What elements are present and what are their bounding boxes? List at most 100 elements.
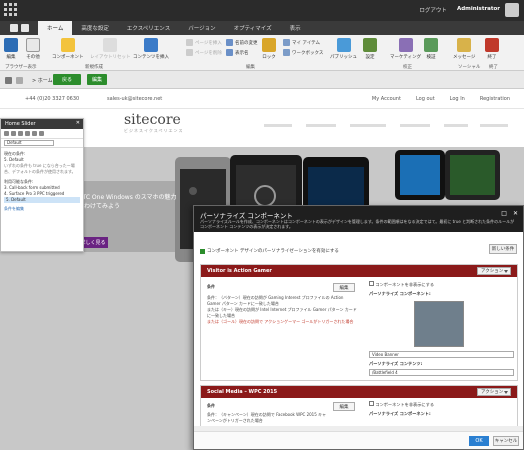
condition-heading: 条件 [207, 403, 215, 408]
personalize-component-label: パーソナライズ コンポーネント: [369, 411, 431, 416]
tool-icon[interactable] [32, 131, 37, 136]
nav-edit-button[interactable]: 編集 [87, 74, 107, 85]
settings-button[interactable]: 設定 [363, 38, 377, 60]
login-link[interactable]: Log In [450, 96, 465, 102]
settings-label: 設定 [365, 55, 375, 60]
other-button[interactable]: その他 [26, 38, 40, 60]
menu-item[interactable] [480, 124, 508, 127]
tool-icon[interactable] [11, 131, 16, 136]
tab-view[interactable]: 表示 [281, 21, 310, 35]
registration-link[interactable]: Registration [480, 96, 510, 102]
app-launcher-icon[interactable] [4, 3, 18, 17]
edit-condition-button[interactable]: 編集 [333, 283, 355, 292]
reset-layout-button[interactable]: レイアウトリセット [90, 38, 131, 60]
rule-card: Visitor is Action Gamer アクション 条件 編集 条件：（… [200, 264, 518, 381]
marketing-button[interactable]: マーケティング [390, 38, 421, 60]
tool-icon[interactable] [18, 131, 23, 136]
tab-version[interactable]: バージョン [179, 21, 224, 35]
menu-item[interactable] [306, 124, 336, 127]
menu-item[interactable] [350, 124, 386, 127]
email-link[interactable]: sales-uk@sitecore.net [107, 96, 162, 102]
menu-item[interactable] [400, 124, 430, 127]
logout-site-link[interactable]: Log out [416, 96, 435, 102]
site-logo[interactable]: sitecore ビジネスイクスペリエンス [124, 112, 183, 134]
display-name-button[interactable]: 表示名 [226, 49, 249, 56]
workbox-button[interactable]: ワークボックス [283, 49, 323, 56]
lock-button[interactable]: ロック [262, 38, 276, 60]
tool-icon[interactable] [39, 131, 44, 136]
publish-button[interactable]: パブリッシュ [330, 38, 357, 60]
current-condition-desc: いずれの条件も true になら合ったー場合、デフォルトの条件が使用されます。 [4, 163, 76, 174]
checkbox-icon[interactable] [369, 401, 374, 406]
verify-icon [424, 38, 438, 52]
hide-component-label: コンポーネントを非表示にする [375, 282, 435, 287]
panel-toolbar [1, 129, 83, 139]
hide-component-option[interactable]: コンポーネントを非表示にする [369, 401, 434, 408]
group-label-browse: ブラウザー表示 [5, 65, 37, 70]
ok-button[interactable]: OK [469, 436, 489, 446]
my-account-link[interactable]: My Account [372, 96, 401, 102]
personalize-component-label: パーソナライズ コンポーネント: [369, 291, 431, 296]
undo-icon[interactable] [20, 24, 29, 32]
delete-page-label: ページを削除 [195, 50, 222, 56]
insert-page-button[interactable]: ページを挿入 [186, 39, 222, 46]
tree-icon[interactable] [5, 77, 12, 84]
component-button[interactable]: コンポーネント [52, 38, 84, 60]
logo-tagline: ビジネスイクスペリエンス [124, 128, 184, 133]
back-button[interactable]: 戻る [53, 74, 81, 85]
tab-optimize[interactable]: オプティマイズ [225, 21, 281, 35]
verify-button[interactable]: 検証 [424, 38, 438, 60]
enable-personalization-toggle[interactable]: コンポーネント デザインのパーソナライゼーションを有効にする [200, 248, 339, 254]
message-button[interactable]: メッセージ [453, 38, 475, 60]
avatar[interactable] [505, 3, 519, 17]
other-label: その他 [26, 55, 40, 60]
rename-button[interactable]: 名前の変更 [226, 39, 258, 46]
menu-item[interactable] [444, 124, 468, 127]
component-preview-image [414, 301, 464, 347]
checkbox-icon[interactable] [369, 281, 374, 286]
tab-advanced[interactable]: 高度な設定 [72, 21, 118, 35]
logout-link[interactable]: ログアウト [419, 6, 447, 14]
lock-label: ロック [262, 55, 276, 60]
hide-component-option[interactable]: コンポーネントを非表示にする [369, 281, 514, 288]
component-select[interactable]: Video Banner [369, 351, 514, 358]
menu-item[interactable] [264, 124, 292, 127]
tool-icon[interactable] [4, 131, 9, 136]
ribbon-tabs: ホーム 高度な設定 エクスペリエンス バージョン オプティマイズ 表示 [0, 21, 524, 35]
edit-conditions-link[interactable]: 条件を編集 [4, 206, 80, 212]
tool-icon[interactable] [25, 131, 30, 136]
condition-select[interactable]: Default [4, 140, 54, 146]
edit-condition-button[interactable]: 編集 [333, 402, 355, 411]
group-label-edit: 編集 [246, 65, 255, 70]
checkbox-icon[interactable] [200, 248, 205, 254]
ribbon: 編集 その他 コンポーネント レイアウトリセット ブラウザー表示 新規作成 コン… [0, 35, 524, 71]
cancel-button[interactable]: キャンセル [493, 436, 519, 446]
edit-button[interactable]: 編集 [4, 38, 18, 60]
personalize-content-label: パーソナライズ コンテンツ: [369, 361, 423, 366]
group-label-new: 新規作成 [85, 65, 103, 70]
settings-icon [363, 38, 377, 52]
layout-icon [103, 38, 118, 52]
tab-experience[interactable]: エクスペリエンス [118, 21, 179, 35]
close-icon[interactable]: ✕ [76, 120, 80, 126]
save-icon[interactable] [9, 24, 18, 32]
tab-home[interactable]: ホーム [38, 21, 73, 35]
actions-dropdown[interactable]: アクション [477, 388, 511, 396]
home-icon[interactable] [16, 77, 23, 84]
close-icon[interactable]: ✕ [513, 210, 518, 217]
marketing-icon [398, 38, 413, 52]
new-condition-button[interactable]: 新しい条件 [489, 244, 517, 254]
group-label-social: ソーシャル [458, 65, 481, 70]
content-select[interactable]: /Battlefield 4 [369, 369, 514, 376]
personalize-dialog: パーソナライズ コンポーネント パーソナライズルールを作成、コンポーネントはコン… [193, 205, 524, 450]
hide-component-label: コンポーネントを非表示にする [375, 402, 435, 407]
condition-item-selected[interactable]: 5. Default [4, 197, 80, 203]
hero-text: HTC One Windows のスマホの魅力をわけてみよう [78, 194, 177, 210]
logo-text: sitecore [124, 112, 181, 128]
my-items-button[interactable]: マイ アイテム [283, 39, 320, 46]
actions-dropdown[interactable]: アクション [477, 267, 511, 275]
insert-content-button[interactable]: コンテンツを挿入 [133, 38, 169, 60]
delete-page-button[interactable]: ページを削除 [186, 49, 222, 56]
maximize-icon[interactable]: □ [501, 210, 507, 217]
close-ribbon-button[interactable]: 終了 [485, 38, 499, 60]
